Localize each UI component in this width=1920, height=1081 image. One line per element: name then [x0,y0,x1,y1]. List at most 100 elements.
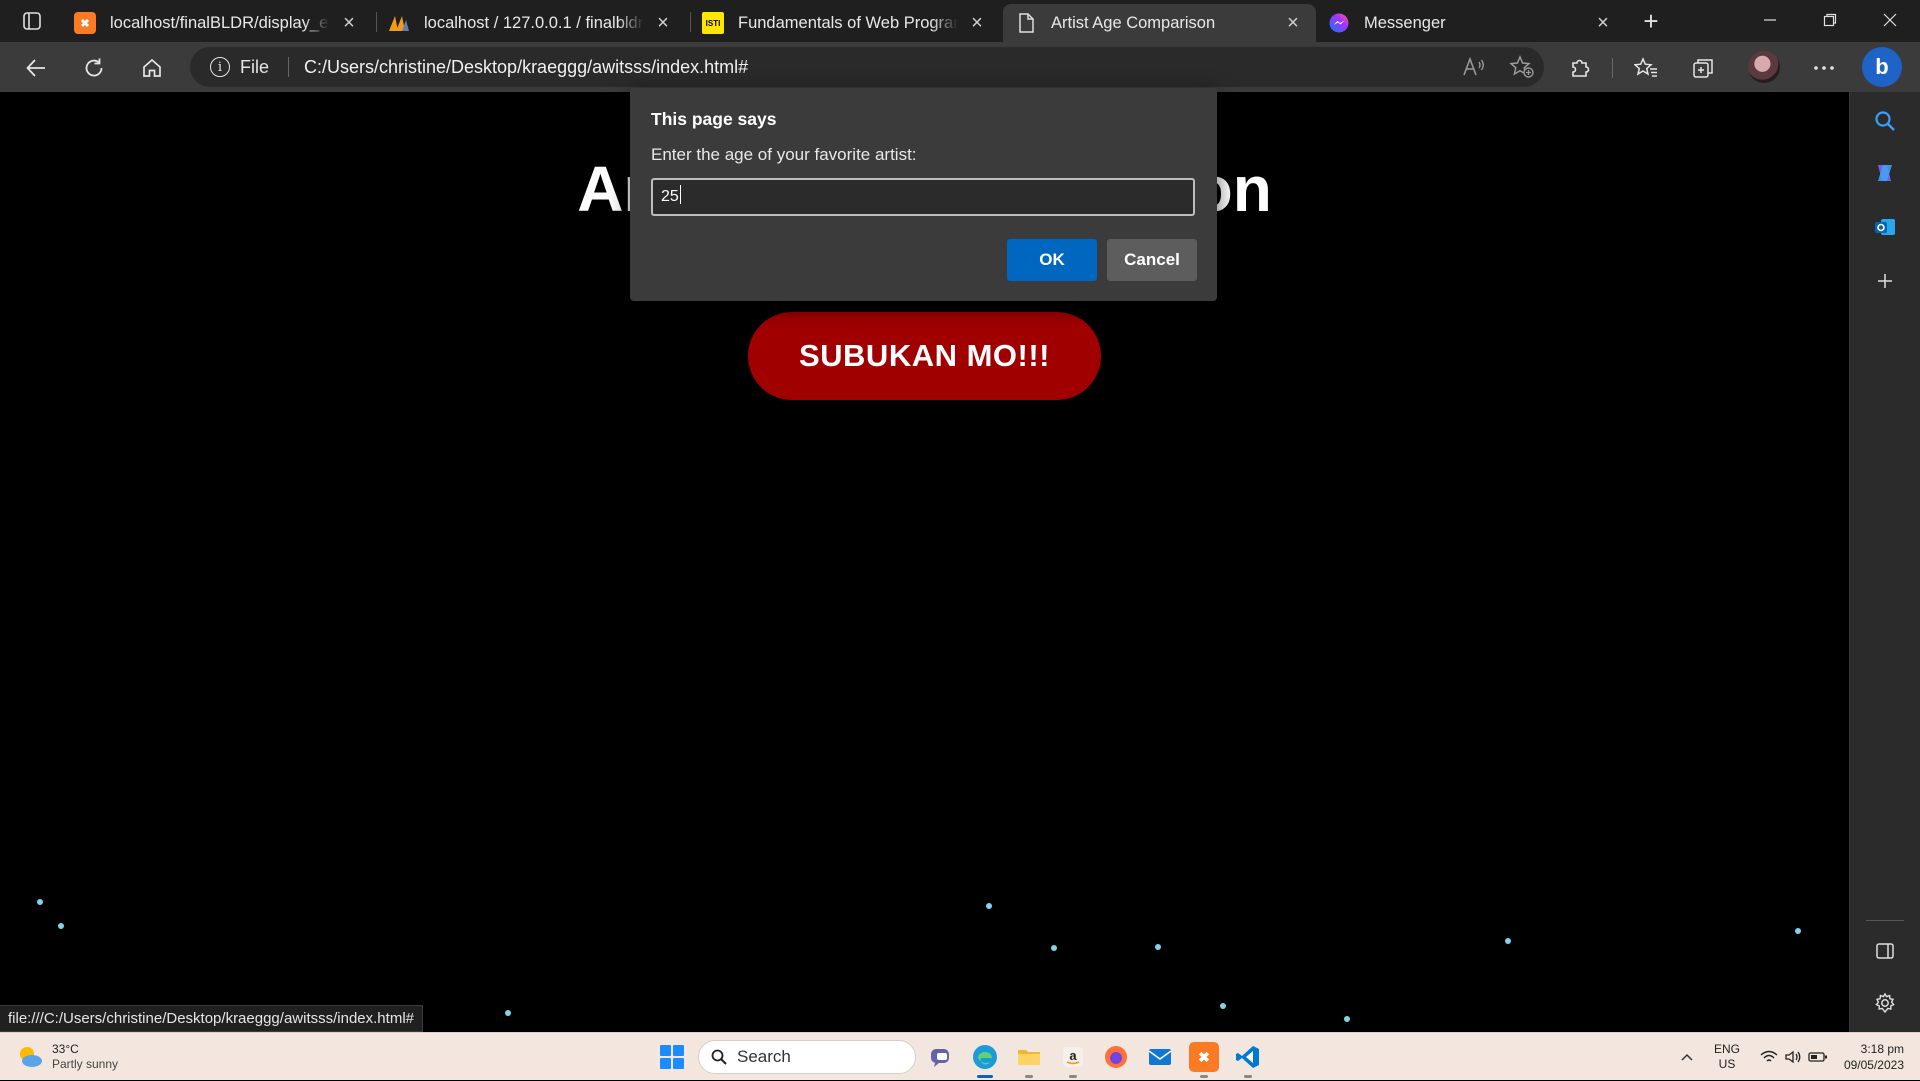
windows-taskbar: 33°C Partly sunny Search a ✖ ENG US 3:18… [0,1032,1920,1080]
profile-avatar[interactable] [1748,51,1780,83]
copilot-icon [1878,165,1892,181]
minimize-button[interactable] [1740,0,1800,40]
browser-toolbar: i File C:/Users/christine/Desktop/kraegg… [0,42,1920,92]
restore-icon [1823,13,1837,27]
close-icon[interactable]: × [338,12,360,34]
windows-logo-icon [660,1045,671,1056]
active-indicator [977,1075,993,1078]
bing-chat-button[interactable]: b [1862,47,1902,87]
address-bar[interactable]: i File C:/Users/christine/Desktop/kraegg… [190,47,1544,87]
tab-xampp[interactable]: ✖ localhost/finalBLDR/display_exist × [62,4,372,42]
ok-button[interactable]: OK [1007,239,1097,281]
sidebar-outlook-button[interactable] [1868,210,1902,244]
new-tab-button[interactable]: + [1636,6,1666,36]
collections-icon [1693,59,1713,78]
chat-icon [931,1049,949,1067]
favorites-button[interactable] [1628,50,1664,86]
language-primary: ENG [1714,1042,1741,1056]
tab-strip: ✖ localhost/finalBLDR/display_exist × lo… [0,0,1920,42]
tab-artist-age-comparison[interactable]: Artist Age Comparison × [1003,4,1316,42]
amazon-icon: a [1063,1047,1083,1067]
home-button[interactable] [134,50,170,86]
close-icon[interactable]: × [1282,12,1304,34]
refresh-icon [85,58,103,77]
star-add-icon [1509,55,1534,78]
tab-title: localhost/finalBLDR/display_exist [110,13,330,32]
add-favorite-button[interactable] [1504,49,1540,85]
mail-app[interactable] [1145,1042,1175,1072]
close-icon [1883,13,1897,27]
clock-date: 09/05/2023 [1843,1058,1904,1072]
battery-icon [1808,1052,1827,1062]
particle-dot [986,903,992,909]
sidebar-add-button[interactable] [1868,264,1902,298]
file-explorer-app[interactable] [1014,1042,1044,1078]
extensions-button[interactable] [1562,50,1598,86]
restore-button[interactable] [1800,0,1860,40]
taskbar-clock[interactable]: 3:18 pm 09/05/2023 [1844,1041,1904,1073]
tab-title: localhost / 127.0.0.1 / finalbldr / p [424,13,644,32]
close-window-button[interactable] [1860,0,1920,40]
xampp-icon: ✖ [1198,1048,1210,1065]
quick-settings-button[interactable] [1760,1033,1828,1081]
outlook-icon [1875,219,1895,235]
tab-fundamentals[interactable]: ISTI Fundamentals of Web Programm × [690,4,1000,42]
home-icon [143,58,161,77]
panel-icon [1876,943,1894,959]
sidebar-hide-button[interactable] [1868,934,1902,968]
vscode-icon [1236,1046,1259,1068]
sidebar-search-button[interactable] [1868,104,1902,138]
school-logo-icon: ISTI [702,12,724,34]
url-text[interactable]: C:/Users/christine/Desktop/kraeggg/awits… [304,47,748,87]
tab-title: Fundamentals of Web Programm [738,13,958,32]
sidebar-copilot-button[interactable] [1868,156,1902,190]
search-icon [711,1049,727,1065]
settings-more-button[interactable] [1806,50,1842,86]
site-info-label: File [240,56,270,77]
back-button[interactable] [18,50,54,86]
collections-button[interactable] [1686,50,1722,86]
tab-actions-button[interactable] [14,6,50,36]
edge-sidebar [1849,92,1920,1032]
weather-widget[interactable]: 33°C Partly sunny [16,1042,118,1072]
show-hidden-icons-button[interactable] [1680,1033,1694,1081]
close-icon[interactable]: × [652,12,674,34]
plus-icon [1878,274,1892,288]
taskbar-search-label: Search [737,1047,791,1066]
toolbar-divider [1612,58,1613,78]
dialog-title: This page says [651,109,777,129]
amazon-app[interactable]: a [1058,1042,1088,1078]
tab-messenger[interactable]: Messenger × [1316,4,1626,42]
close-icon[interactable]: × [966,12,988,34]
file-icon [1015,12,1037,34]
status-bar-url: file:///C:/Users/christine/Desktop/kraeg… [0,1005,423,1032]
xampp-app[interactable]: ✖ [1189,1042,1219,1078]
cancel-button[interactable]: Cancel [1107,239,1197,281]
dialog-message: Enter the age of your favorite artist: [651,145,917,164]
volume-icon [1785,1050,1801,1064]
folder-icon [1018,1050,1040,1065]
dialog-input-value: 25 [661,188,679,205]
close-icon[interactable]: × [1592,12,1614,34]
dialog-input[interactable]: 25 [651,178,1195,216]
start-button[interactable] [660,1045,684,1069]
language-indicator[interactable]: ENG US [1714,1033,1740,1081]
taskbar-search[interactable]: Search [698,1040,916,1074]
more-icon [1814,66,1834,70]
refresh-button[interactable] [76,50,112,86]
vscode-app[interactable] [1233,1042,1263,1078]
puzzle-icon [1572,59,1590,77]
read-aloud-button[interactable] [1456,49,1492,85]
tab-phpmyadmin[interactable]: localhost / 127.0.0.1 / finalbldr / p × [376,4,686,42]
svg-text:a: a [1069,1048,1077,1063]
particle-dot [1051,945,1057,951]
edge-app[interactable] [970,1042,1000,1078]
mail-icon [1148,1049,1172,1065]
tab-actions-icon [23,12,41,30]
tab-title: Artist Age Comparison [1051,13,1216,32]
site-info-button[interactable]: i File [210,47,269,87]
try-it-button[interactable]: SUBUKAN MO!!! [748,312,1101,400]
sidebar-settings-button[interactable] [1868,986,1902,1020]
teams-chat-app[interactable] [926,1042,956,1072]
firefox-app[interactable] [1101,1042,1131,1072]
